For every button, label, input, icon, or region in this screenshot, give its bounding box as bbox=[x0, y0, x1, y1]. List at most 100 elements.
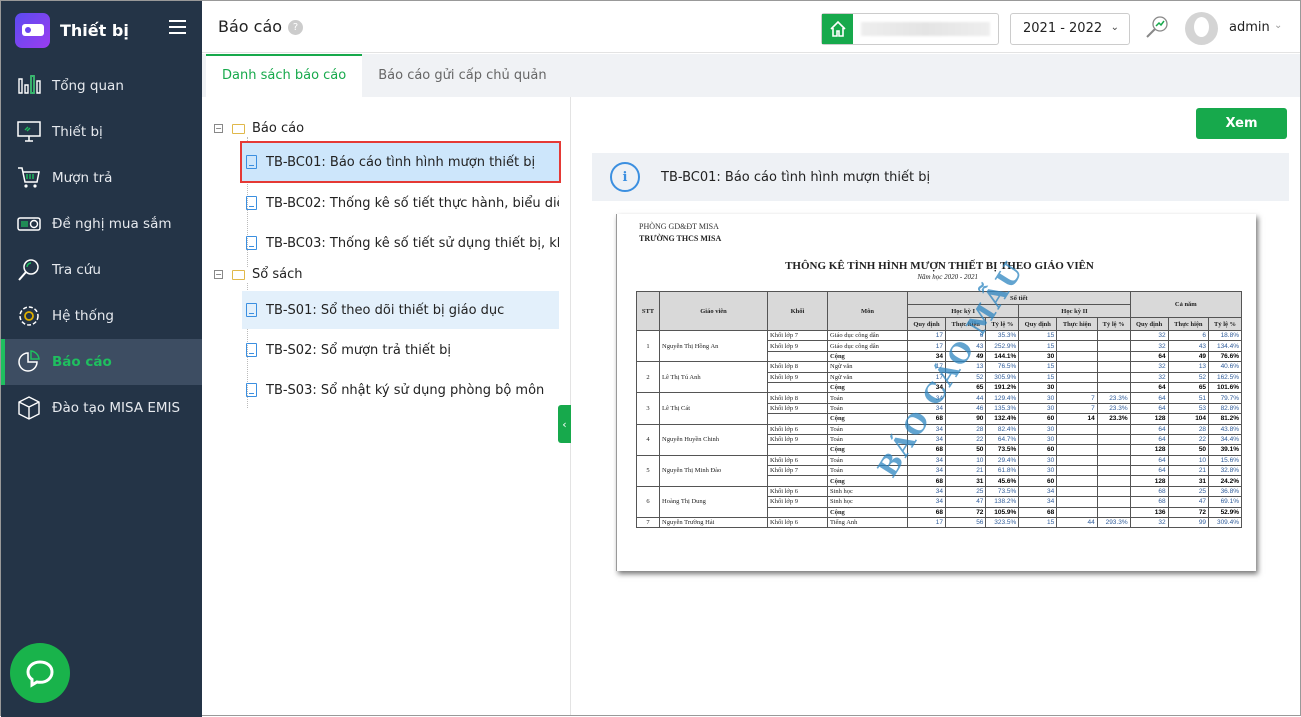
cell-value: 22 bbox=[944, 433, 987, 446]
username[interactable]: admin bbox=[1229, 20, 1270, 35]
help-icon[interactable]: ? bbox=[288, 20, 304, 35]
cell-value: 43 bbox=[1167, 340, 1210, 352]
sidebar-item-dao-tao-misa-emis[interactable]: Đào tạo MISA EMIS bbox=[1, 385, 202, 431]
cell-value bbox=[1096, 381, 1131, 394]
app-title: Thiết bị bbox=[60, 20, 129, 40]
cell-value bbox=[1056, 454, 1098, 467]
cell-value: 162.5% bbox=[1208, 371, 1242, 383]
school-year-select[interactable]: 2021 - 2022 ⌄ bbox=[1010, 13, 1130, 45]
cell-value: 30 bbox=[1018, 381, 1058, 394]
cell-value: 90 bbox=[944, 413, 987, 425]
cell-value: 47 bbox=[1167, 496, 1210, 508]
sidebar-item-thiet-bi[interactable]: Thiết bị bbox=[1, 109, 202, 155]
cell-value: 15 bbox=[1018, 361, 1058, 373]
tree-item-tb-s03[interactable]: TB-S03: Sổ nhật ký sử dụng phòng bộ môn bbox=[242, 371, 559, 409]
tree-group-books[interactable]: − Sổ sách bbox=[214, 267, 302, 282]
cell-sum-label: Cộng bbox=[827, 350, 908, 363]
cell-value: 30 bbox=[1018, 350, 1058, 363]
cell-value bbox=[1096, 340, 1131, 352]
home-icon bbox=[822, 14, 853, 44]
cell-value: 34 bbox=[907, 485, 946, 498]
cell-value: 15.6% bbox=[1208, 454, 1242, 467]
cell-value: 323.5% bbox=[985, 517, 1020, 529]
cell-sum-label: Cộng bbox=[827, 413, 908, 425]
chevron-down-icon[interactable]: ⌄ bbox=[1274, 20, 1282, 31]
tree-item-tb-bc02[interactable]: TB-BC02: Thống kê số tiết thực hành, biể… bbox=[242, 184, 559, 222]
tree-item-tb-bc01[interactable]: TB-BC01: Báo cáo tình hình mượn thiết bị bbox=[240, 141, 561, 183]
cell-subject: Sinh học bbox=[827, 485, 908, 498]
table-row: 5 Nguyễn Thị Minh Đào Khối lớp 6 Toán 34 10 29… bbox=[636, 454, 1242, 487]
cell-teacher: Lê Thị Tú Anh bbox=[659, 361, 768, 394]
col-stt: STT bbox=[636, 291, 660, 331]
cell-value: 252.9% bbox=[985, 340, 1020, 352]
cell-value: 52.9% bbox=[1208, 506, 1242, 519]
cell-value bbox=[1056, 350, 1098, 363]
cell-value: 129.4% bbox=[985, 392, 1020, 404]
cell-value bbox=[1056, 340, 1098, 352]
tree-item-label: TB-S02: Sổ mượn trả thiết bị bbox=[266, 342, 452, 358]
cell-value: 128 bbox=[1129, 413, 1169, 425]
chat-button[interactable] bbox=[10, 643, 70, 703]
cell-value: 50 bbox=[944, 444, 987, 456]
menu-toggle-icon[interactable] bbox=[169, 20, 186, 34]
bar-chart-icon bbox=[16, 73, 42, 99]
sidebar-item-tong-quan[interactable]: Tổng quan bbox=[1, 63, 202, 109]
cell-value: 132.4% bbox=[985, 413, 1020, 425]
cell-value: 47 bbox=[944, 496, 987, 508]
cell-value: 32.8% bbox=[1208, 465, 1242, 477]
sidebar-item-bao-cao[interactable]: Báo cáo bbox=[1, 339, 202, 385]
tab-report-sent[interactable]: Báo cáo gửi cấp chủ quản bbox=[362, 54, 562, 97]
school-selector[interactable] bbox=[821, 13, 999, 45]
app-logo-icon bbox=[15, 12, 50, 48]
collapse-panel-button[interactable]: ‹ bbox=[558, 405, 571, 443]
sidebar-item-label: Mượn trả bbox=[52, 170, 113, 186]
tree-item-tb-s02[interactable]: TB-S02: Sổ mượn trả thiết bị bbox=[242, 331, 559, 369]
cell-value: 68 bbox=[1129, 496, 1169, 508]
cell-grade: Khối lớp 7 bbox=[767, 329, 828, 342]
cell-value: 72 bbox=[944, 506, 987, 519]
cell-empty bbox=[767, 381, 828, 394]
cell-value bbox=[1056, 361, 1098, 373]
analytics-search-icon[interactable] bbox=[1144, 14, 1170, 44]
cell-grade: Khối lớp 6 bbox=[767, 454, 828, 467]
cell-value: 34 bbox=[1018, 496, 1058, 508]
table-row: 6 Hoàng Thị Dung Khối lớp 6 Sinh học 34 25 73.… bbox=[636, 485, 1242, 519]
cell-grade: Khối lớp 6 bbox=[767, 423, 828, 435]
sidebar-item-tra-cuu[interactable]: Tra cứu bbox=[1, 247, 202, 293]
tab-report-list[interactable]: Danh sách báo cáo bbox=[206, 54, 363, 97]
report-info-text: TB-BC01: Báo cáo tình hình mượn thiết bị bbox=[661, 169, 931, 185]
collapse-icon[interactable]: − bbox=[214, 270, 223, 279]
cell-value: 138.2% bbox=[985, 496, 1020, 508]
col-teacher: Giáo viên bbox=[659, 291, 768, 331]
view-button[interactable]: Xem bbox=[1196, 108, 1287, 139]
tree-item-tb-s01[interactable]: TB-S01: Sổ theo dõi thiết bị giáo dục bbox=[242, 291, 559, 329]
cell-empty bbox=[767, 413, 828, 425]
cell-value bbox=[1056, 371, 1098, 383]
cell-value: 6 bbox=[1167, 329, 1210, 342]
sidebar-item-de-nghi-mua-sam[interactable]: Đề nghị mua sắm bbox=[1, 201, 202, 247]
cell-value: 17 bbox=[907, 329, 946, 342]
projector-icon bbox=[16, 211, 42, 237]
cell-value bbox=[1096, 361, 1131, 373]
cell-value: 50 bbox=[1167, 444, 1210, 456]
cell-value: 18.8% bbox=[1208, 329, 1242, 342]
cell-value bbox=[1056, 444, 1098, 456]
tree-group-reports[interactable]: − Báo cáo bbox=[214, 121, 304, 136]
cell-value: 23.3% bbox=[1096, 413, 1131, 425]
cell-empty bbox=[767, 350, 828, 363]
sidebar-item-muon-tra[interactable]: Mượn trả bbox=[1, 155, 202, 201]
tree-item-tb-bc03[interactable]: TB-BC03: Thống kê số tiết sử dụng thiết … bbox=[242, 224, 559, 262]
cell-value: 82.4% bbox=[985, 423, 1020, 435]
document-icon bbox=[246, 343, 257, 357]
cell-subject: Sinh học bbox=[827, 496, 908, 508]
tree-item-label: TB-BC03: Thống kê số tiết sử dụng thiết … bbox=[266, 235, 559, 251]
avatar[interactable] bbox=[1185, 12, 1218, 45]
cell-value: 30 bbox=[1018, 433, 1058, 446]
table-row: 4 Nguyễn Huyền Chinh Khối lớp 6 Toán 34 28 82.… bbox=[636, 423, 1242, 456]
cell-value: 191.2% bbox=[985, 381, 1020, 394]
cell-value: 65 bbox=[1167, 381, 1210, 394]
cell-value: 73.5% bbox=[985, 444, 1020, 456]
cell-grade: Khối lớp 9 bbox=[767, 496, 828, 508]
collapse-icon[interactable]: − bbox=[214, 124, 223, 133]
sidebar-item-he-thong[interactable]: Hệ thống bbox=[1, 293, 202, 339]
